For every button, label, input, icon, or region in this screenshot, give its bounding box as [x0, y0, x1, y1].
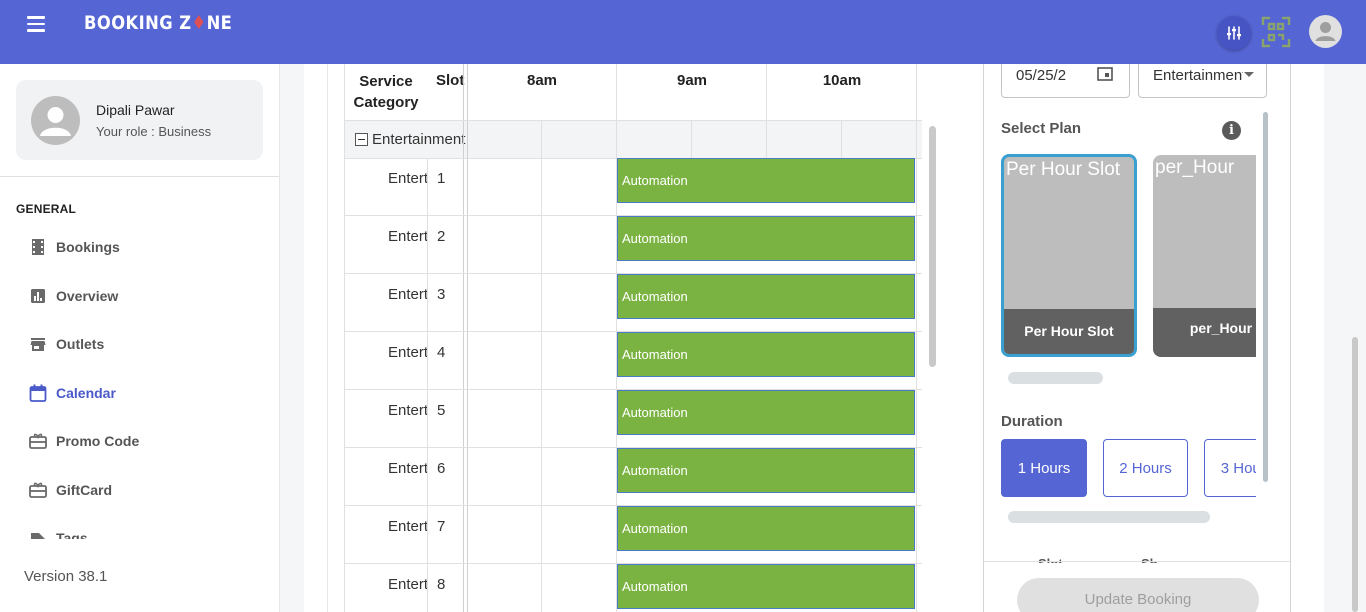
- store-icon: [28, 334, 48, 354]
- grid-line: [427, 158, 428, 612]
- duration-1-hours-button[interactable]: 1 Hours: [1001, 439, 1087, 497]
- panel-border: [327, 64, 328, 612]
- row-category: Entertainment: [388, 170, 427, 187]
- person-icon: [40, 107, 71, 136]
- booking-event[interactable]: Automation: [617, 448, 915, 493]
- row-slot: 3: [437, 286, 446, 303]
- sidebar: Dipali Pawar Your role : Business GENERA…: [0, 64, 280, 612]
- divider: [0, 176, 279, 177]
- plan-scrollbar[interactable]: [1008, 372, 1103, 384]
- row-slot: 4: [437, 344, 446, 361]
- category-select[interactable]: Entertainment: [1138, 64, 1267, 98]
- person-icon: [1315, 22, 1336, 41]
- column-header-service-category: Service Category: [353, 73, 419, 111]
- booking-event[interactable]: Automation: [617, 274, 915, 319]
- menu-icon[interactable]: [27, 16, 45, 32]
- info-icon[interactable]: i: [1222, 121, 1241, 140]
- sidebar-item-bookings[interactable]: Bookings: [28, 235, 120, 259]
- version-label: Version 38.1: [24, 568, 108, 585]
- booking-event[interactable]: Automation: [617, 332, 915, 377]
- filter-button[interactable]: [1217, 16, 1251, 50]
- grid-line: [916, 64, 917, 612]
- sidebar-item-outlets[interactable]: Outlets: [28, 332, 104, 356]
- sidebar-item-tags[interactable]: Tags: [28, 526, 88, 539]
- row-category: Entertainment: [388, 460, 427, 477]
- scheduler-grid: Service Category Slot 8am 9am 10am Enter…: [344, 64, 922, 612]
- collapse-toggle[interactable]: [355, 133, 368, 146]
- grid-line: [463, 64, 464, 612]
- group-label: Entertainment: [372, 131, 466, 148]
- tune-icon: [1227, 26, 1241, 40]
- grid-line: [691, 120, 692, 158]
- plan-card-per-hour[interactable]: per_Hour per_Hour: [1153, 155, 1256, 357]
- row-slot: 6: [437, 460, 446, 477]
- qr-scan-button[interactable]: [1261, 16, 1291, 48]
- grid-line: [344, 120, 922, 121]
- select-plan-title: Select Plan: [1001, 120, 1082, 137]
- sidebar-item-overview[interactable]: Overview: [28, 284, 118, 308]
- grid-line: [841, 120, 842, 158]
- booking-event[interactable]: Automation: [617, 390, 915, 435]
- film-icon: [28, 237, 48, 257]
- divider: [984, 561, 1290, 562]
- row-slot: 1: [437, 170, 446, 187]
- time-header-10am: 10am: [822, 72, 862, 89]
- row-slot: 2: [437, 228, 446, 245]
- duration-options: 1 Hours 2 Hours 3 Hours: [1001, 439, 1256, 499]
- duration-3-hours-button[interactable]: 3 Hours: [1204, 439, 1256, 497]
- row-category: Entertainment: [388, 576, 427, 593]
- booking-event[interactable]: Automation: [617, 216, 915, 261]
- gift-card-icon: [28, 480, 48, 500]
- duration-2-hours-button[interactable]: 2 Hours: [1103, 439, 1188, 497]
- gift-card-icon: [28, 431, 48, 451]
- row-category: Entertainment: [388, 228, 427, 245]
- user-card[interactable]: Dipali Pawar Your role : Business: [16, 80, 263, 160]
- update-booking-button[interactable]: Update Booking: [1017, 578, 1259, 612]
- calendar-picker-icon[interactable]: [1097, 67, 1113, 81]
- booking-event[interactable]: Automation: [617, 506, 915, 551]
- date-field[interactable]: 05/25/2: [1001, 64, 1130, 98]
- qr-scan-icon: [1261, 16, 1291, 48]
- plan-carousel: Per Hour Slot Per Hour Slot per_Hour per…: [1001, 154, 1256, 360]
- sidebar-item-calendar[interactable]: Calendar: [28, 381, 116, 405]
- top-app-bar: BOOKING Z♦NE: [0, 0, 1366, 64]
- booking-event[interactable]: Automation: [617, 158, 915, 203]
- calendar-icon: [28, 383, 48, 403]
- sidebar-item-giftcard[interactable]: GiftCard: [28, 478, 112, 502]
- user-role: Your role : Business: [96, 124, 212, 139]
- sidebar-nav: Bookings Overview Outlets Calendar Promo…: [0, 214, 279, 539]
- row-category: Entertainment: [388, 402, 427, 419]
- scheduler-scrollbar[interactable]: [929, 126, 936, 367]
- chevron-down-icon: [1244, 72, 1254, 77]
- user-avatar: [31, 96, 80, 145]
- grid-line: [344, 64, 345, 612]
- row-slot: 8: [437, 576, 446, 593]
- app-logo[interactable]: BOOKING Z♦NE: [84, 12, 232, 40]
- row-slot: 5: [437, 402, 446, 419]
- booking-drawer: 05/25/2 Entertainment Select Plan i Per …: [983, 64, 1291, 612]
- row-category: Entertainment: [388, 344, 427, 361]
- drawer-scrollbar[interactable]: [1263, 112, 1268, 482]
- shift-label: Sh: [1141, 557, 1158, 563]
- plan-card-per-hour-slot[interactable]: Per Hour Slot Per Hour Slot: [1001, 154, 1137, 357]
- row-category: Entertainment: [388, 518, 427, 535]
- user-name: Dipali Pawar: [96, 102, 175, 118]
- grid-line: [467, 64, 468, 612]
- time-header-8am: 8am: [526, 72, 558, 89]
- sidebar-item-promo-code[interactable]: Promo Code: [28, 429, 139, 453]
- tag-icon: [28, 528, 48, 539]
- row-slot: 7: [437, 518, 446, 535]
- grid-line: [541, 120, 542, 612]
- grid-line: [766, 64, 767, 158]
- bar-chart-icon: [28, 286, 48, 306]
- slot-label: Slot: [1038, 557, 1063, 563]
- time-header-9am: 9am: [676, 72, 708, 89]
- duration-title: Duration: [1001, 413, 1063, 430]
- row-category: Entertainment: [388, 286, 427, 303]
- page-scrollbar[interactable]: [1352, 337, 1358, 612]
- account-avatar[interactable]: [1309, 15, 1342, 48]
- duration-scrollbar[interactable]: [1008, 511, 1210, 523]
- booking-event[interactable]: Automation: [617, 564, 915, 609]
